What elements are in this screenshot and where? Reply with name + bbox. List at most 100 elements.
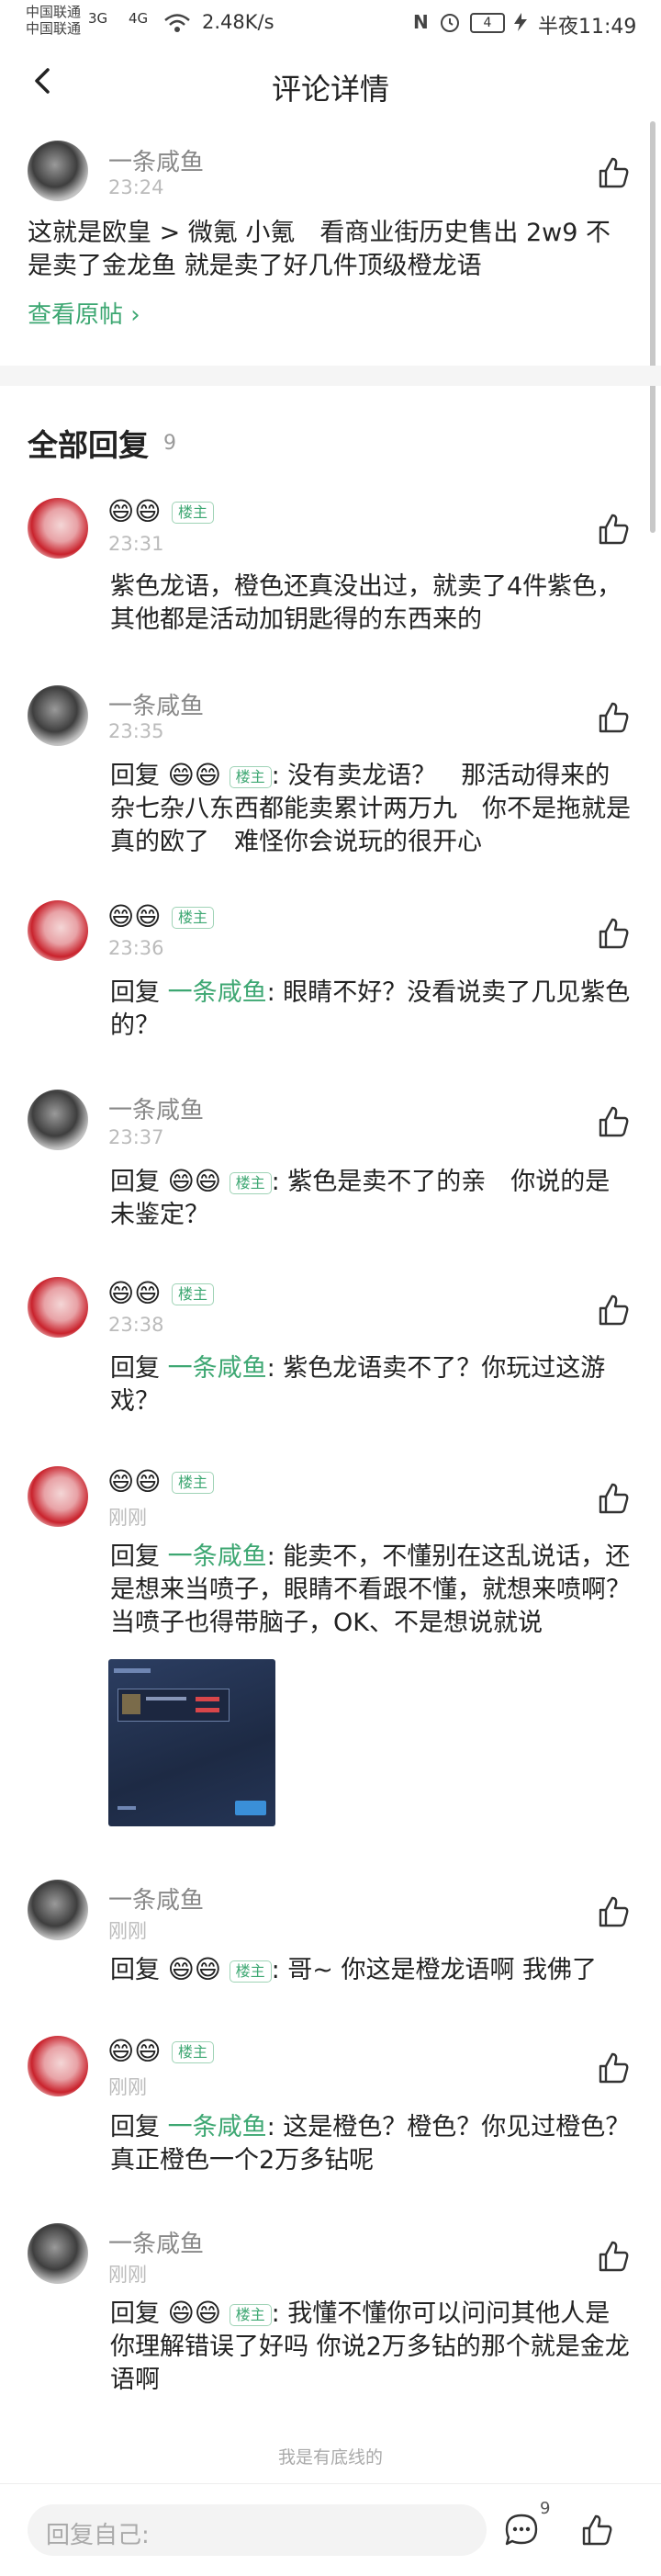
reply-placeholder: 回复自己: xyxy=(46,2522,150,2549)
attached-image[interactable] xyxy=(108,1659,275,1826)
reply-time: 刚刚 xyxy=(108,1920,147,1942)
author-emoji[interactable]: 😄😄 xyxy=(107,1468,161,1496)
reply-time: 23:35 xyxy=(108,720,164,742)
thumbs-up-icon[interactable] xyxy=(578,2512,615,2548)
reply-to-user[interactable]: 一条咸鱼 xyxy=(168,1542,267,1571)
thumbs-up-icon[interactable] xyxy=(595,915,632,952)
thumbs-up-icon[interactable] xyxy=(595,1103,632,1140)
scrollbar[interactable] xyxy=(650,121,655,533)
op-badge: 楼主 xyxy=(172,502,215,524)
replies-count: 9 xyxy=(163,432,176,455)
reply-body: : 哥~ 你这是橙龙语啊 我佛了 xyxy=(271,1956,598,1984)
reply-time: 23:36 xyxy=(108,937,164,959)
reply-prefix: 回复 xyxy=(110,762,160,790)
avatar[interactable] xyxy=(28,2223,88,2284)
reply-time: 刚刚 xyxy=(108,1507,147,1529)
avatar[interactable] xyxy=(28,1880,88,1940)
title-bar: 评论详情 xyxy=(0,48,661,125)
reply-prefix: 回复 xyxy=(110,1542,160,1571)
op-badge: 楼主 xyxy=(229,1960,272,1983)
reply-author[interactable]: 一条咸鱼 xyxy=(108,1881,204,1915)
bottom-bar: 回复自己: 9 xyxy=(0,2483,661,2576)
wifi-icon xyxy=(164,14,190,32)
battery-icon: 4 xyxy=(470,13,505,33)
avatar[interactable] xyxy=(28,1466,88,1527)
comment-author[interactable]: 一条咸鱼 xyxy=(108,143,204,177)
reply-prefix: 回复 xyxy=(110,1956,160,1984)
reply-text: 回复 😄😄 楼主: 紫色是卖不了的亲 你说的是未鉴定？ xyxy=(110,1165,633,1232)
reply-prefix: 回复 xyxy=(110,2299,160,2328)
alarm-icon xyxy=(441,14,459,32)
reply-time: 刚刚 xyxy=(108,2264,147,2286)
comment-icon[interactable] xyxy=(503,2512,540,2548)
op-badge: 楼主 xyxy=(172,1283,215,1305)
avatar[interactable] xyxy=(28,2036,88,2096)
avatar[interactable] xyxy=(28,141,88,201)
thumbs-up-icon[interactable] xyxy=(595,154,632,191)
reply-text: 回复 😄😄 楼主: 我懂不懂你可以问问其他人是你理解错误了好吗 你说2万多钻的那… xyxy=(110,2297,633,2397)
reply-to-emoji[interactable]: 😄😄 xyxy=(168,1954,221,1984)
comment-count: 9 xyxy=(540,2499,551,2518)
reply-to-emoji[interactable]: 😄😄 xyxy=(168,760,221,790)
reply-author[interactable]: 一条咸鱼 xyxy=(108,1091,204,1125)
thumbs-up-icon[interactable] xyxy=(595,699,632,736)
reply-author[interactable]: 一条咸鱼 xyxy=(108,2225,204,2259)
reply-to-emoji[interactable]: 😄😄 xyxy=(168,2298,221,2328)
page-title: 评论详情 xyxy=(271,72,389,107)
thumbs-up-icon[interactable] xyxy=(595,1480,632,1517)
comment-time: 23:24 xyxy=(108,176,164,198)
author-emoji[interactable]: 😄😄 xyxy=(107,903,161,931)
nfc-icon: N xyxy=(413,11,429,33)
op-badge: 楼主 xyxy=(229,765,272,788)
reply-time: 刚刚 xyxy=(108,2076,147,2098)
carrier-2: 中国联通 xyxy=(26,20,82,37)
reply-time: 23:31 xyxy=(108,533,164,555)
reply-text: 回复 一条咸鱼: 紫色龙语卖不了？你玩过这游戏？ xyxy=(110,1352,633,1418)
charging-icon xyxy=(514,13,527,31)
carrier-1: 中国联通 xyxy=(26,4,82,20)
author-emoji[interactable]: 😄😄 xyxy=(107,498,161,525)
clock: 半夜11:49 xyxy=(538,16,637,39)
avatar[interactable] xyxy=(28,1090,88,1150)
network-speed: 2.48K/s xyxy=(202,11,274,33)
thumbs-up-icon[interactable] xyxy=(595,1893,632,1930)
end-of-list-note: 我是有底线的 xyxy=(277,2447,383,2468)
status-bar: 中国联通 中国联通 3G 4G 2.48K/s N 4 半夜11:49 xyxy=(0,0,661,48)
avatar[interactable] xyxy=(28,685,88,746)
signal-4g-icon: 4G xyxy=(129,10,149,27)
author-emoji[interactable]: 😄😄 xyxy=(107,1280,161,1307)
reply-to-user[interactable]: 一条咸鱼 xyxy=(168,1354,267,1383)
reply-prefix: 回复 xyxy=(110,1354,160,1383)
thumbs-up-icon[interactable] xyxy=(595,2238,632,2275)
reply-prefix: 回复 xyxy=(110,1168,160,1196)
reply-to-emoji[interactable]: 😄😄 xyxy=(168,1166,221,1196)
author-emoji[interactable]: 😄😄 xyxy=(107,2038,161,2065)
reply-to-user[interactable]: 一条咸鱼 xyxy=(168,978,267,1007)
reply-author[interactable]: 一条咸鱼 xyxy=(108,687,204,721)
op-badge: 楼主 xyxy=(172,907,215,929)
reply-text: 回复 一条咸鱼: 这是橙色？橙色？你见过橙色？真正橙色一个2万多钻呢 xyxy=(110,2111,633,2177)
reply-time: 23:37 xyxy=(108,1126,164,1148)
reply-to-user[interactable]: 一条咸鱼 xyxy=(168,2113,267,2141)
avatar[interactable] xyxy=(28,900,88,961)
view-original-link[interactable]: 查看原帖 › xyxy=(28,296,140,330)
reply-prefix: 回复 xyxy=(110,2113,160,2141)
thumbs-up-icon[interactable] xyxy=(595,511,632,548)
reply-text: 回复 😄😄 楼主: 哥~ 你这是橙龙语啊 我佛了 xyxy=(110,1953,633,1987)
op-badge: 楼主 xyxy=(229,1171,272,1194)
reply-prefix: 回复 xyxy=(110,978,160,1007)
thumbs-up-icon[interactable] xyxy=(595,2050,632,2086)
section-divider xyxy=(0,366,661,386)
thumbs-up-icon[interactable] xyxy=(595,1292,632,1328)
reply-input[interactable]: 回复自己: xyxy=(28,2504,487,2556)
reply-text: 回复 一条咸鱼: 眼睛不好？没看说卖了几见紫色的？ xyxy=(110,977,633,1043)
game-button xyxy=(235,1801,266,1815)
avatar[interactable] xyxy=(28,1277,88,1338)
signal-3g-icon: 3G xyxy=(88,10,108,27)
reply-text: 紫色龙语，橙色还真没出过，就卖了4件紫色，其他都是活动加钥匙得的东西来的 xyxy=(110,572,622,634)
reply-text: 回复 😄😄 楼主: 没有卖龙语？ 那活动得来的杂七杂八东西都能卖累计两万九 你不… xyxy=(110,759,633,859)
avatar[interactable] xyxy=(28,498,88,559)
comment-text: 这就是欧皇 > 微氪 小氪 看商业街历史售出 2w9 不是卖了金龙鱼 就是卖了好… xyxy=(28,219,611,280)
reply-text: 回复 一条咸鱼: 能卖不，不懂别在这乱说话，还是想来当喷子，眼睛不看跟不懂，就想… xyxy=(110,1541,633,1640)
op-badge: 楼主 xyxy=(172,1472,215,1494)
